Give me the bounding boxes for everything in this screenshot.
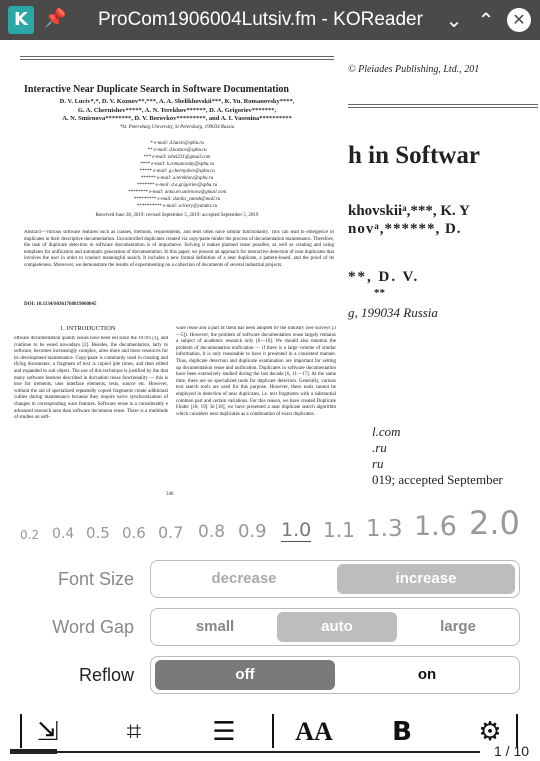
reflow-off-button[interactable]: off [155, 660, 335, 690]
font-size-option[interactable]: 1.0 [281, 519, 312, 542]
zoom-email: .ru [372, 440, 387, 455]
close-icon[interactable]: ✕ [507, 8, 531, 32]
zoom-affiliation: g, 199034 Russia [348, 305, 438, 320]
progress-fill [10, 749, 57, 754]
pin-icon[interactable]: 📌 [44, 8, 66, 29]
email-list: * e-mail: d.lutsiv@spbu.ru ** e-mail: d.k… [14, 140, 340, 210]
word-gap-label: Word Gap [52, 617, 134, 637]
word-gap-small-button[interactable]: small [155, 612, 275, 642]
window-titlebar: K 📌 ProCom1906004Lutsiv.fm - KOReader ⌄ … [0, 0, 540, 40]
zoom-rule [348, 104, 538, 105]
koreader-icon: K [8, 6, 34, 34]
email-line: *** e-mail: tshel231@gmail.com [143, 155, 211, 160]
zoom-authors-3: **, D. V. [348, 269, 420, 285]
zoom-received: 019; accepted September [372, 472, 503, 487]
word-gap-toggle: small auto large [150, 608, 520, 646]
section-heading: 1. INTRODUCTION [60, 325, 116, 332]
reflow-toggle: off on [150, 656, 520, 694]
zoom-rule [348, 107, 538, 108]
font-size-option[interactable]: 0.2 [20, 528, 39, 542]
reflow-on-button[interactable]: on [337, 660, 517, 690]
email-line: * e-mail: d.lutsiv@spbu.ru [150, 141, 204, 146]
chevron-up-icon[interactable]: ⌃ [473, 6, 499, 34]
page-number: 346 [166, 492, 174, 497]
email-line: ****** e-mail: a.terekhov@spbu.ru [140, 176, 214, 181]
word-gap-auto-button[interactable]: auto [277, 612, 397, 642]
bottom-toolbar: ⇲ ⌗ ☰ AA B ⚙ [0, 712, 540, 748]
abstract: Abstract—Various software features such … [24, 230, 334, 268]
zoom-email: l.com [372, 424, 401, 439]
toolbar-separator [272, 714, 274, 748]
email-line: ********** e-mail: scilwry@yandex.ru [136, 204, 218, 209]
font-size-option[interactable]: 0.6 [122, 524, 146, 542]
publisher-line: © Pleiades Publishing, Ltd., 201 [348, 64, 480, 75]
zoom-authors-4: ** [374, 287, 385, 299]
email-line: ** e-mail: d.koznov@spbu.ru [147, 148, 207, 153]
font-size-toggle: decrease increase [150, 560, 520, 598]
font-size-option[interactable]: 0.8 [198, 522, 225, 542]
font-size-option[interactable]: 2.0 [469, 504, 520, 542]
font-size-option[interactable]: 0.5 [86, 524, 110, 542]
zoomed-page: © Pleiades Publishing, Ltd., 201 h in So… [348, 40, 540, 520]
zoom-authors-2: novᵃ,******, D. [348, 221, 462, 237]
zoom-authors-1: khovskiiᵃ,***, K. Y [348, 203, 470, 219]
article-authors: D. V. Luciv*,*, D. V. Koznov**,***, A. A… [59, 98, 295, 130]
window-title: ProCom1906004Lutsiv.fm - KOReader [98, 9, 423, 30]
font-size-option[interactable]: 0.9 [238, 521, 267, 542]
bold-icon[interactable]: B [372, 716, 432, 748]
doi: DOI: 10.1134/S0361768819060045 [24, 302, 97, 307]
column-1-text: oftware documentation quality issues hav… [14, 336, 168, 421]
email-line: ******* e-mail: d.a.grigoriev@spbu.ru [136, 183, 218, 188]
page-indicator: 1 / 10 [494, 743, 530, 759]
header-rule [20, 56, 334, 57]
font-size-scale: 0.2 0.4 0.5 0.6 0.7 0.8 0.9 1.0 1.1 1.3 1.6 2.0 [0, 504, 540, 548]
email-line: **** e-mail: k.romanovsky@spbu.ru [139, 162, 215, 167]
email-line: ********* e-mail: danila_yamsh@mail.ru [133, 197, 221, 202]
zoom-email: ru [372, 456, 384, 471]
column-2-text: ware reuse and a part of them has been a… [176, 326, 336, 417]
document-view[interactable]: Interactive Near Duplicate Search in Sof… [0, 40, 540, 520]
email-line: ******** e-mail: anna.en.smirnova@gmail.… [127, 190, 227, 195]
progress-bar[interactable] [10, 749, 480, 754]
font-size-option[interactable]: 0.4 [52, 526, 74, 542]
received-date: Received June 28, 2019; revised Septembe… [95, 213, 259, 218]
word-gap-large-button[interactable]: large [399, 612, 517, 642]
font-size-label: Font Size [57, 569, 134, 589]
header-rule [20, 59, 334, 60]
page-crop-icon[interactable]: ⇲ [18, 716, 78, 748]
reflow-label: Reflow [78, 665, 134, 685]
font-size-option[interactable]: 1.1 [323, 518, 355, 542]
font-size-option[interactable]: 0.7 [158, 523, 183, 542]
article-title: Interactive Near Duplicate Search in Sof… [24, 84, 289, 95]
font-size-option[interactable]: 1.3 [366, 516, 403, 542]
email-line: ***** e-mail: g.chernyshev@spbu.ru [139, 169, 215, 174]
crop-icon[interactable]: ⌗ [104, 716, 164, 748]
decrease-button[interactable]: decrease [155, 564, 333, 594]
contents-icon[interactable]: ☰ [194, 716, 254, 748]
font-size-option[interactable]: 1.6 [414, 511, 457, 542]
font-icon[interactable]: AA [284, 716, 344, 748]
increase-button[interactable]: increase [337, 564, 515, 594]
zoom-title: h in Softwar [348, 142, 480, 169]
chevron-down-icon[interactable]: ⌄ [441, 6, 467, 34]
